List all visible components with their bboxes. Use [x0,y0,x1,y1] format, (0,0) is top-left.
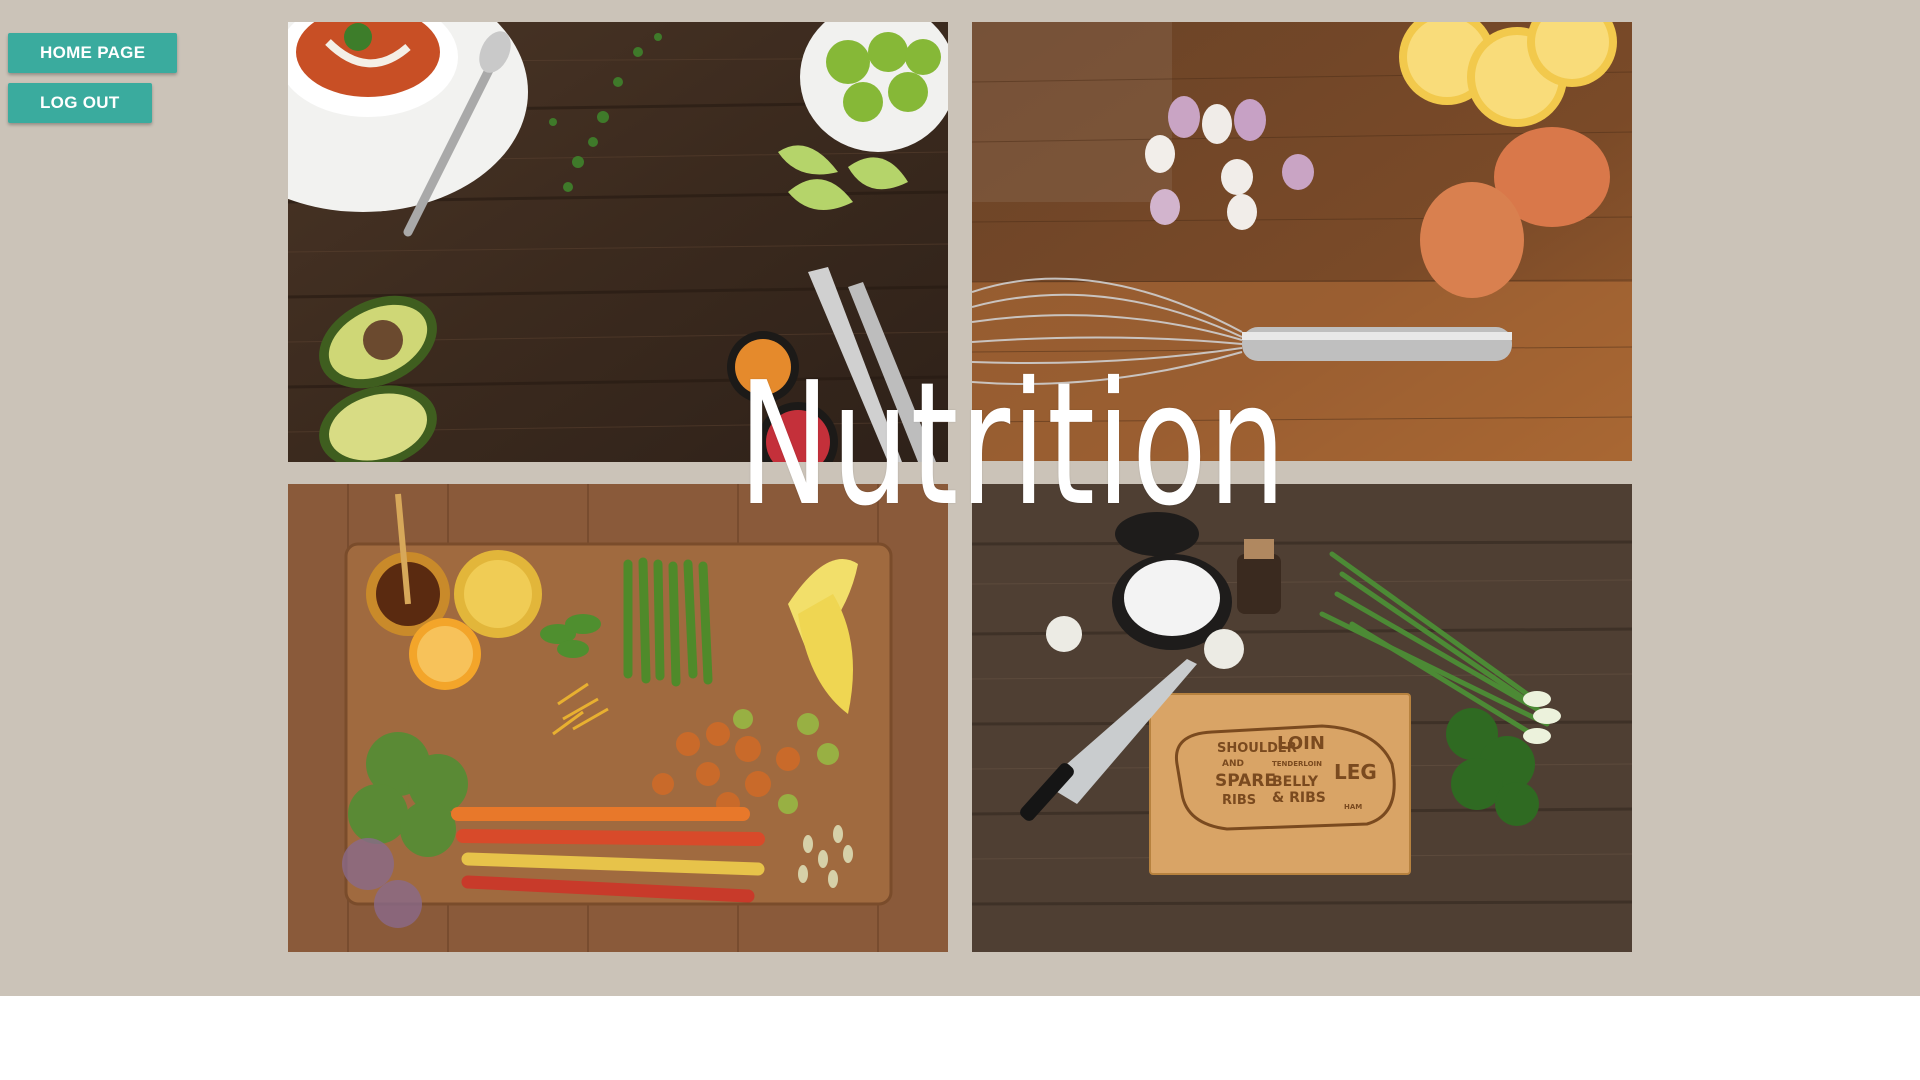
blank-footer-area [0,996,1920,1080]
nav-buttons: HOME PAGE LOG OUT [8,33,178,133]
board-cut-label: RIBS [1222,793,1256,808]
food-photo-vegetables-board [288,484,948,952]
food-photo-eggs-whisk-lemon [972,22,1632,461]
board-cut-label: HAM [1344,803,1362,811]
home-page-button[interactable]: HOME PAGE [8,33,178,73]
board-cut-label: AND [1222,759,1244,769]
food-photo-soup-limes-avocado [288,22,948,462]
board-cut-label: & RIBS [1272,790,1326,806]
log-out-button[interactable]: LOG OUT [8,83,152,123]
board-cut-label: TENDERLOIN [1272,760,1322,768]
food-photo-pork-cutting-board: SHOULDER AND SPARE RIBS LOIN TENDERLOIN … [972,484,1632,952]
board-cut-label: BELLY [1272,774,1319,790]
board-cut-label: SPARE [1215,771,1276,791]
board-cut-label: LOIN [1277,733,1325,754]
board-cut-label: LEG [1334,760,1377,784]
